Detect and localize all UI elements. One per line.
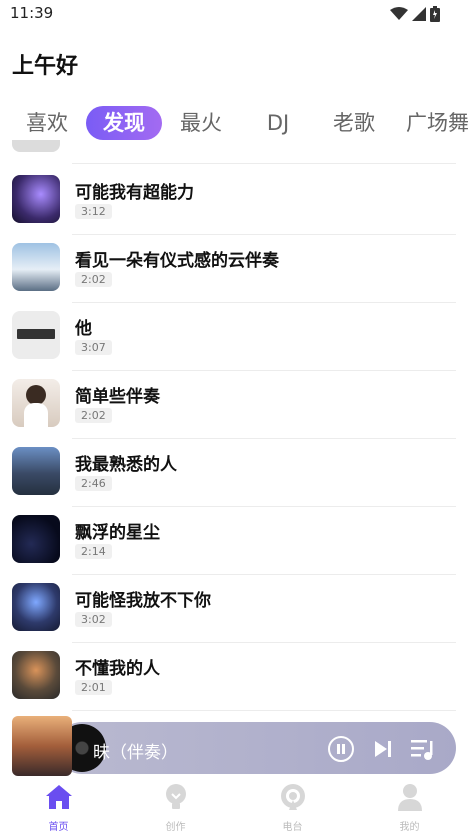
user-icon [398, 784, 422, 811]
list-item[interactable]: 可能我有超能力 3:12 [0, 167, 470, 235]
tab-square-dance[interactable]: 广场舞 [406, 106, 470, 140]
player-cover[interactable] [12, 716, 72, 776]
list-item[interactable]: 我最熟悉的人 2:46 [0, 439, 470, 507]
song-cover [12, 243, 60, 291]
nav-create-label: 创作 [165, 822, 186, 833]
nav-profile[interactable]: 我的 [351, 778, 468, 836]
home-icon [46, 785, 72, 809]
pause-icon [337, 744, 345, 754]
song-title: 简单些伴奏 [75, 387, 160, 407]
song-title: 看见一朵有仪式感的云伴奏 [75, 251, 279, 271]
song-cover [12, 311, 60, 359]
song-title: 我最熟悉的人 [75, 455, 177, 475]
battery-icon [430, 6, 440, 22]
list-item[interactable]: 可能怪我放不下你 3:02 [0, 575, 470, 643]
next-button[interactable] [372, 738, 394, 760]
song-duration: 3:12 [75, 204, 112, 219]
song-cover [12, 583, 60, 631]
bottom-nav: 首页 创作 电台 我的 [0, 778, 470, 836]
tab-likes[interactable]: 喜欢 [20, 106, 74, 140]
cover-logo [17, 329, 55, 339]
song-cover [12, 651, 60, 699]
status-icons [390, 6, 440, 22]
player-song-title[interactable]: 昧（伴奏） [93, 738, 178, 763]
pause-button[interactable] [328, 736, 354, 762]
list-item[interactable]: 看见一朵有仪式感的云伴奏 2:02 [0, 235, 470, 303]
status-time: 11:39 [10, 4, 54, 22]
playlist-button[interactable] [410, 736, 438, 762]
signal-icon [412, 7, 426, 21]
song-duration: 2:46 [75, 476, 112, 491]
wifi-icon [390, 7, 408, 20]
skip-next-icon [375, 741, 391, 757]
song-duration: 2:14 [75, 544, 112, 559]
playlist-icon [411, 740, 433, 760]
list-item[interactable]: 飘浮的星尘 2:14 [0, 507, 470, 575]
list-item[interactable]: 简单些伴奏 2:02 [0, 371, 470, 439]
tab-discover[interactable]: 发现 [86, 106, 162, 140]
song-list: 可能我有超能力 3:12 看见一朵有仪式感的云伴奏 2:02 他 3:07 简单… [0, 140, 470, 740]
lightbulb-icon [166, 784, 186, 809]
song-duration: 2:01 [75, 680, 112, 695]
tab-hottest[interactable]: 最火 [174, 106, 228, 140]
song-title: 他 [75, 319, 92, 339]
list-item[interactable]: 他 3:07 [0, 303, 470, 371]
nav-home-label: 首页 [48, 822, 69, 833]
song-cover [12, 447, 60, 495]
song-title: 飘浮的星尘 [75, 523, 160, 543]
nav-radio[interactable]: 电台 [234, 778, 351, 836]
tab-dj[interactable]: DJ [256, 106, 300, 140]
song-duration: 2:02 [75, 408, 112, 423]
song-cover [12, 175, 60, 223]
divider [72, 163, 456, 164]
radio-icon [281, 784, 305, 810]
status-bar: 11:39 [0, 0, 470, 28]
tab-oldies[interactable]: 老歌 [326, 106, 382, 140]
nav-profile-label: 我的 [399, 822, 420, 833]
song-cover [12, 379, 60, 427]
nav-radio-label: 电台 [282, 822, 303, 833]
list-item[interactable] [0, 140, 470, 164]
song-duration: 3:07 [75, 340, 112, 355]
greeting-title: 上午好 [12, 54, 79, 79]
song-cover [12, 140, 60, 152]
song-duration: 2:02 [75, 272, 112, 287]
song-title: 可能我有超能力 [75, 183, 194, 203]
song-cover [12, 515, 60, 563]
list-item[interactable]: 不懂我的人 2:01 [0, 643, 470, 711]
song-title: 不懂我的人 [75, 659, 160, 679]
divider [72, 710, 456, 711]
nav-create[interactable]: 创作 [117, 778, 234, 836]
nav-home[interactable]: 首页 [0, 778, 117, 836]
song-title: 可能怪我放不下你 [75, 591, 211, 611]
song-duration: 3:02 [75, 612, 112, 627]
